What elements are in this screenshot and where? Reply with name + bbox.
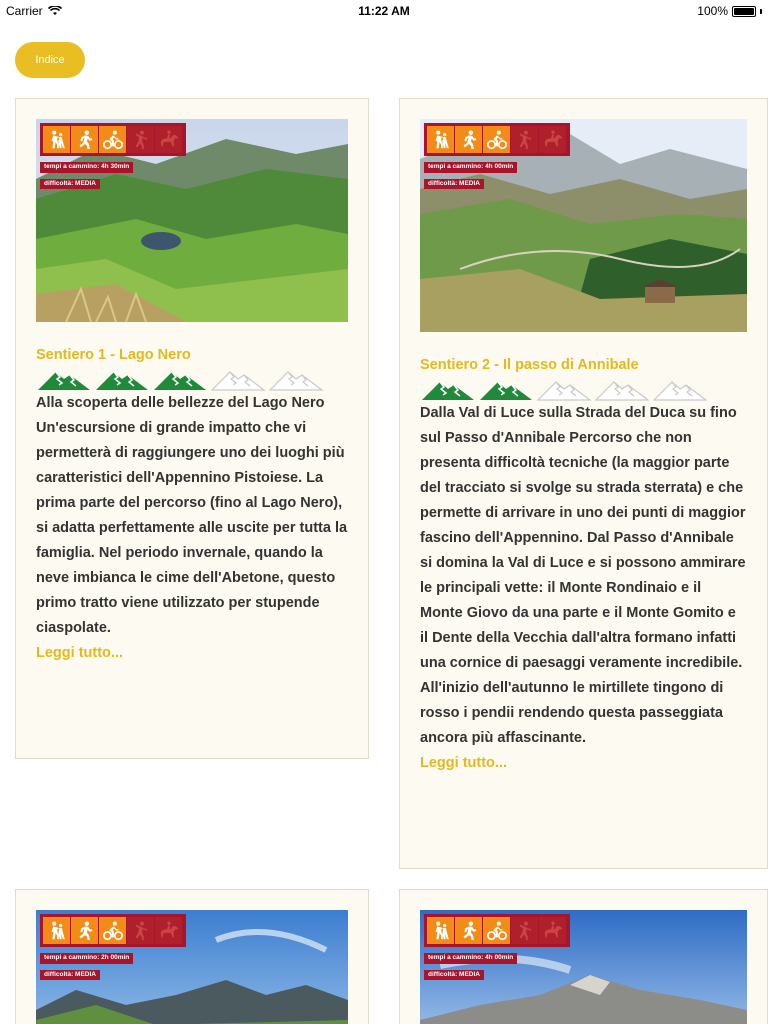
difficulty-label: difficoltà: MEDIA [424,178,484,189]
battery-icon [732,5,756,17]
trail-description: Dalla Val di Luce sulla Strada del Duca … [420,405,746,746]
climbing-icon [511,126,538,153]
horse-riding-icon [539,126,566,153]
hiking-icon [43,917,70,944]
climbing-icon [127,917,154,944]
battery-percent: 100% [697,4,728,18]
running-icon [455,917,482,944]
climbing-icon [127,126,154,153]
running-icon [455,126,482,153]
cycling-icon [99,917,126,944]
running-icon [71,917,98,944]
trail-photo-passo-annibale: tempi a cammino: 4h 00min difficoltà: ME… [420,119,747,332]
cycling-icon [483,917,510,944]
difficulty-rating [420,379,747,401]
trail-info-badge: tempi a cammino: 4h 30min difficoltà: ME… [40,123,186,189]
activity-icons [40,123,186,156]
walk-time-label: tempi a cammino: 4h 00min [424,162,518,173]
mountain-rating-icon [536,379,592,401]
trail-photo: tempi a cammino: 4h 00min difficoltà: ME… [420,910,747,1024]
hiking-icon [427,917,454,944]
read-more-link[interactable]: Leggi tutto... [420,751,747,776]
mountain-rating-icon [152,369,208,391]
climbing-icon [511,917,538,944]
difficulty-label: difficoltà: MEDIA [424,969,484,980]
trail-info-badge: tempi a cammino: 4h 00min difficoltà: ME… [424,123,570,189]
mountain-rating-icon [268,369,324,391]
trail-title[interactable]: Sentiero 2 - Il passo di Annibale [420,357,747,373]
horse-riding-icon [539,917,566,944]
index-button[interactable]: Indice [15,42,85,78]
trail-card-2[interactable]: tempi a cammino: 4h 00min difficoltà: ME… [399,98,768,869]
walk-time-label: tempi a cammino: 2h 00min [40,953,134,964]
activity-icons [40,914,186,947]
status-bar: Carrier 11:22 AM 100% [0,0,768,22]
trail-photo-lago-nero: tempi a cammino: 4h 30min difficoltà: ME… [36,119,348,322]
mountain-rating-icon [652,379,708,401]
trail-card-4[interactable]: tempi a cammino: 4h 00min difficoltà: ME… [399,889,768,1024]
trail-subtitle: Alla scoperta delle bellezze del Lago Ne… [36,395,325,411]
mountain-rating-icon [210,369,266,391]
horse-riding-icon [155,126,182,153]
mountain-rating-icon [36,369,92,391]
difficulty-rating [36,369,348,391]
difficulty-label: difficoltà: MEDIA [40,969,100,980]
mountain-rating-icon [594,379,650,401]
trail-info-badge: tempi a cammino: 2h 00min difficoltà: ME… [40,914,186,980]
mountain-rating-icon [94,369,150,391]
trail-title[interactable]: Sentiero 1 - Lago Nero [36,347,348,363]
difficulty-label: difficoltà: MEDIA [40,178,100,189]
cycling-icon [99,126,126,153]
mountain-rating-icon [478,379,534,401]
walk-time-label: tempi a cammino: 4h 30min [40,162,134,173]
clock: 11:22 AM [358,4,410,18]
cycling-icon [483,126,510,153]
trail-info-badge: tempi a cammino: 4h 00min difficoltà: ME… [424,914,570,980]
activity-icons [424,123,570,156]
trail-description: Un'escursione di grande impatto che vi p… [36,420,348,636]
walk-time-label: tempi a cammino: 4h 00min [424,953,518,964]
read-more-link[interactable]: Leggi tutto... [36,641,348,666]
activity-icons [424,914,570,947]
horse-riding-icon [155,917,182,944]
hiking-icon [427,126,454,153]
hiking-icon [43,126,70,153]
trail-card-1[interactable]: tempi a cammino: 4h 30min difficoltà: ME… [15,98,369,759]
running-icon [71,126,98,153]
trail-photo: tempi a cammino: 2h 00min difficoltà: ME… [36,910,348,1024]
mountain-rating-icon [420,379,476,401]
battery-indicator: 100% [697,4,762,18]
trail-card-3[interactable]: tempi a cammino: 2h 00min difficoltà: ME… [15,889,369,1024]
